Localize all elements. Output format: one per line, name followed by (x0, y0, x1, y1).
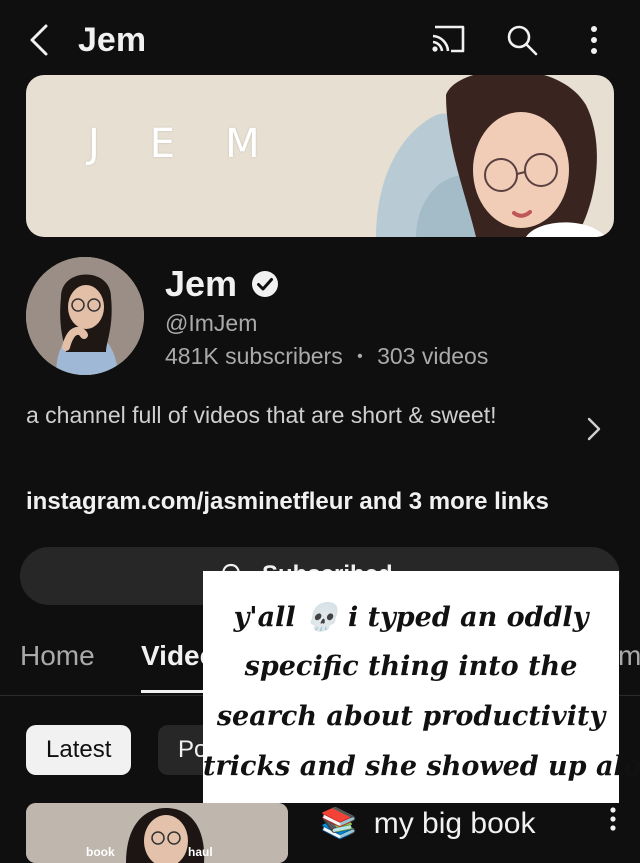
page-title: Jem (78, 21, 147, 59)
video-count: 303 videos (377, 343, 489, 369)
description-expand-button[interactable] (580, 415, 608, 443)
banner-letter: E (149, 121, 176, 167)
back-chevron-icon (30, 24, 48, 56)
channel-stats: 481K subscribers • 303 videos (165, 343, 488, 370)
caption-line: tricks and she showed up alot (203, 751, 640, 782)
active-tab-indicator (141, 690, 205, 693)
thumbnail-image (26, 803, 288, 863)
caption-line: search about productivity (216, 701, 606, 732)
stats-separator: • (357, 348, 363, 365)
cast-icon (432, 25, 465, 53)
search-button[interactable] (502, 20, 542, 60)
tab-next[interactable]: m (618, 640, 640, 672)
chevron-right-icon (587, 417, 601, 441)
banner-letter: J (88, 121, 100, 167)
chip-latest[interactable]: Latest (26, 725, 132, 775)
tab-home[interactable]: Home (20, 640, 95, 672)
channel-handle: @ImJem (165, 310, 258, 336)
channel-description[interactable]: a channel full of videos that are short … (26, 396, 546, 434)
more-vert-icon (610, 807, 616, 831)
banner-illustration (376, 75, 606, 237)
search-icon (507, 25, 538, 56)
channel-avatar[interactable] (26, 257, 144, 375)
verified-badge-icon (252, 271, 279, 297)
thumbnail-text-left: book (86, 845, 115, 859)
back-button[interactable] (22, 20, 62, 60)
more-vert-icon (591, 26, 597, 54)
banner-letter: M (225, 121, 260, 167)
video-thumbnail[interactable]: book haul (26, 803, 288, 863)
caption-line: y'all 💀 i typed an oddly (233, 602, 589, 633)
channel-links[interactable]: instagram.com/jasminetfleur and 3 more l… (26, 488, 549, 516)
books-emoji-icon: 📚 (320, 807, 358, 840)
video-title: my big book (373, 807, 536, 840)
cast-button[interactable] (428, 20, 468, 60)
channel-name: Jem (165, 263, 238, 304)
banner-lettering: JEM (88, 121, 310, 167)
thumbnail-text-right: haul (188, 845, 213, 859)
video-more-button[interactable] (600, 805, 626, 835)
caption-line: specific thing into the (244, 651, 578, 682)
more-options-button[interactable] (574, 20, 614, 60)
channel-name-row: Jem (165, 262, 279, 306)
avatar-photo (26, 257, 144, 375)
subscriber-count: 481K subscribers (165, 343, 343, 369)
channel-banner: JEM (26, 75, 614, 237)
caption-overlay: y'all 💀 i typed an oddly specific thing … (203, 571, 640, 803)
video-title-row[interactable]: 📚 my big book (320, 806, 535, 841)
